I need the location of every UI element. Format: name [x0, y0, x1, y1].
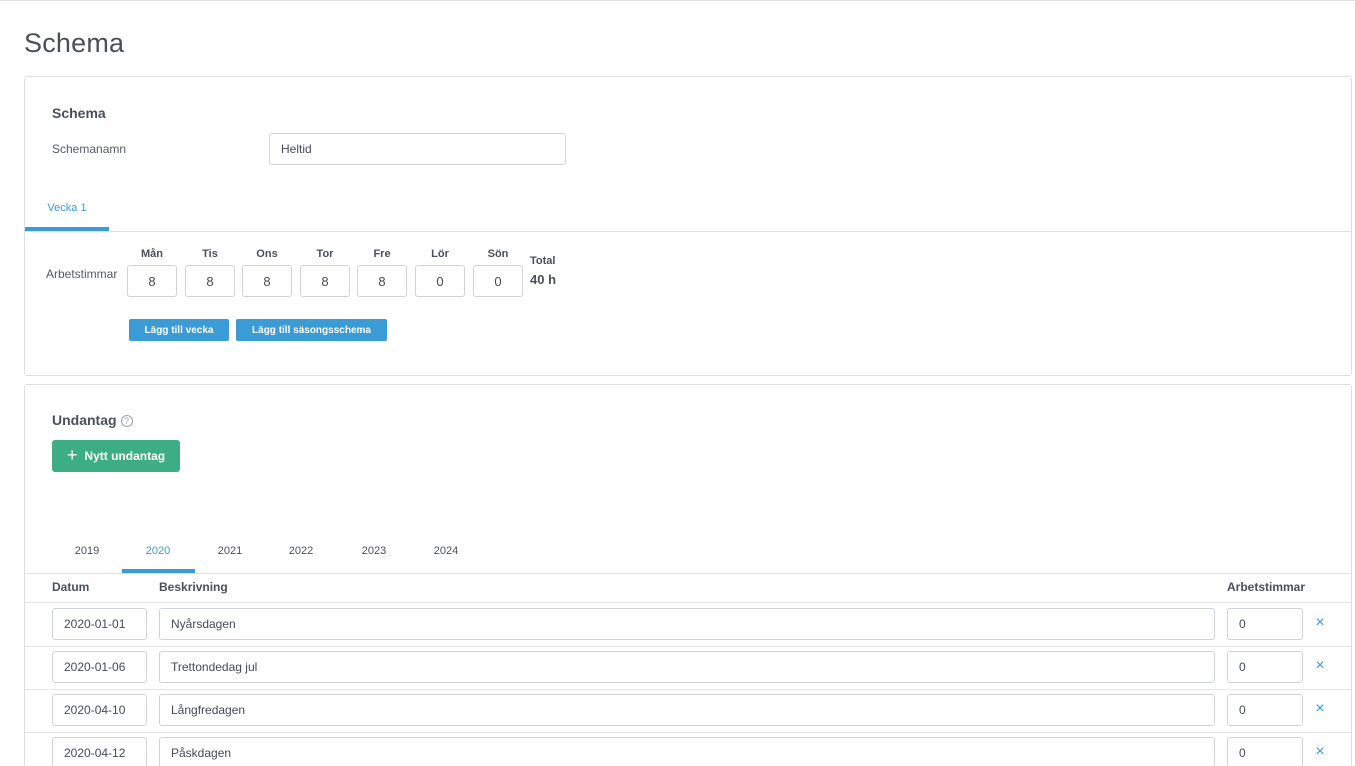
hours-input[interactable]: 0: [1227, 737, 1303, 766]
description-input[interactable]: Långfredagen: [159, 694, 1215, 726]
description-input[interactable]: Påskdagen: [159, 737, 1215, 766]
day-hours-input-tue[interactable]: 8: [185, 265, 235, 297]
total-label: Total: [530, 255, 556, 267]
column-header-description: Beskrivning: [159, 580, 228, 594]
day-hours-input-thu[interactable]: 8: [300, 265, 350, 297]
day-hours-input-mon[interactable]: 8: [127, 265, 177, 297]
delete-row-icon[interactable]: ×: [1312, 658, 1328, 674]
delete-row-icon[interactable]: ×: [1312, 701, 1328, 717]
schema-section-title: Schema: [52, 105, 106, 121]
schema-card: Schema Schemanamn Heltid Vecka 1 Arbetst…: [24, 76, 1352, 376]
day-label-wed: Ons: [256, 248, 278, 260]
day-label-fri: Fre: [373, 248, 391, 260]
year-tab-2019[interactable]: 2019: [57, 545, 117, 557]
hours-input[interactable]: 0: [1227, 694, 1303, 726]
day-label-mon: Mån: [141, 248, 163, 260]
row-divider: [25, 689, 1351, 690]
row-divider: [25, 732, 1351, 733]
new-exception-button[interactable]: + Nytt undantag: [52, 440, 180, 472]
date-input[interactable]: 2020-04-12: [52, 737, 147, 766]
help-icon[interactable]: ?: [120, 415, 133, 428]
day-label-tue: Tis: [202, 248, 218, 260]
description-input[interactable]: Nyårsdagen: [159, 608, 1215, 640]
column-header-date: Datum: [52, 580, 90, 594]
delete-row-icon[interactable]: ×: [1312, 744, 1328, 760]
header-divider: [25, 602, 1351, 603]
year-tab-2021[interactable]: 2021: [200, 545, 260, 557]
delete-row-icon[interactable]: ×: [1312, 615, 1328, 631]
year-tab-2022[interactable]: 2022: [271, 545, 331, 557]
day-label-thu: Tor: [316, 248, 334, 260]
exceptions-section-title: Undantag?: [52, 412, 133, 428]
description-input[interactable]: Trettondedag jul: [159, 651, 1215, 683]
day-label-sat: Lör: [431, 248, 449, 260]
add-week-button[interactable]: Lägg till vecka: [129, 319, 229, 341]
date-input[interactable]: 2020-01-06: [52, 651, 147, 683]
new-exception-label: Nytt undantag: [84, 449, 166, 463]
page-title: Schema: [24, 28, 125, 58]
hours-input[interactable]: 0: [1227, 651, 1303, 683]
work-hours-label: Arbetstimmar: [46, 267, 118, 281]
hours-input[interactable]: 0: [1227, 608, 1303, 640]
column-header-hours: Arbetstimmar: [1227, 580, 1306, 594]
schedule-name-label: Schemanamn: [52, 142, 127, 156]
row-divider: [25, 646, 1351, 647]
date-input[interactable]: 2020-04-10: [52, 694, 147, 726]
year-tab-2024[interactable]: 2024: [416, 545, 476, 557]
day-hours-input-wed[interactable]: 8: [242, 265, 292, 297]
add-season-schedule-button[interactable]: Lägg till säsongsschema: [236, 319, 387, 341]
schedule-name-input[interactable]: Heltid: [269, 133, 566, 165]
plus-icon: +: [66, 445, 78, 465]
year-tabs-divider: [25, 573, 1351, 574]
total-hours-value: 40 h: [530, 272, 557, 287]
year-tab-2023[interactable]: 2023: [344, 545, 404, 557]
tab-vecka-1[interactable]: Vecka 1: [25, 202, 109, 214]
day-hours-input-fri[interactable]: 8: [357, 265, 407, 297]
year-tab-2020[interactable]: 2020: [128, 545, 188, 557]
day-hours-input-sat[interactable]: 0: [415, 265, 465, 297]
date-input[interactable]: 2020-01-01: [52, 608, 147, 640]
exceptions-card: Undantag? + Nytt undantag 2019 2020 2021…: [24, 384, 1352, 766]
exceptions-title-text: Undantag: [52, 412, 117, 428]
day-hours-input-sun[interactable]: 0: [473, 265, 523, 297]
tabs-divider: [25, 231, 1351, 232]
day-label-sun: Sön: [487, 248, 509, 260]
